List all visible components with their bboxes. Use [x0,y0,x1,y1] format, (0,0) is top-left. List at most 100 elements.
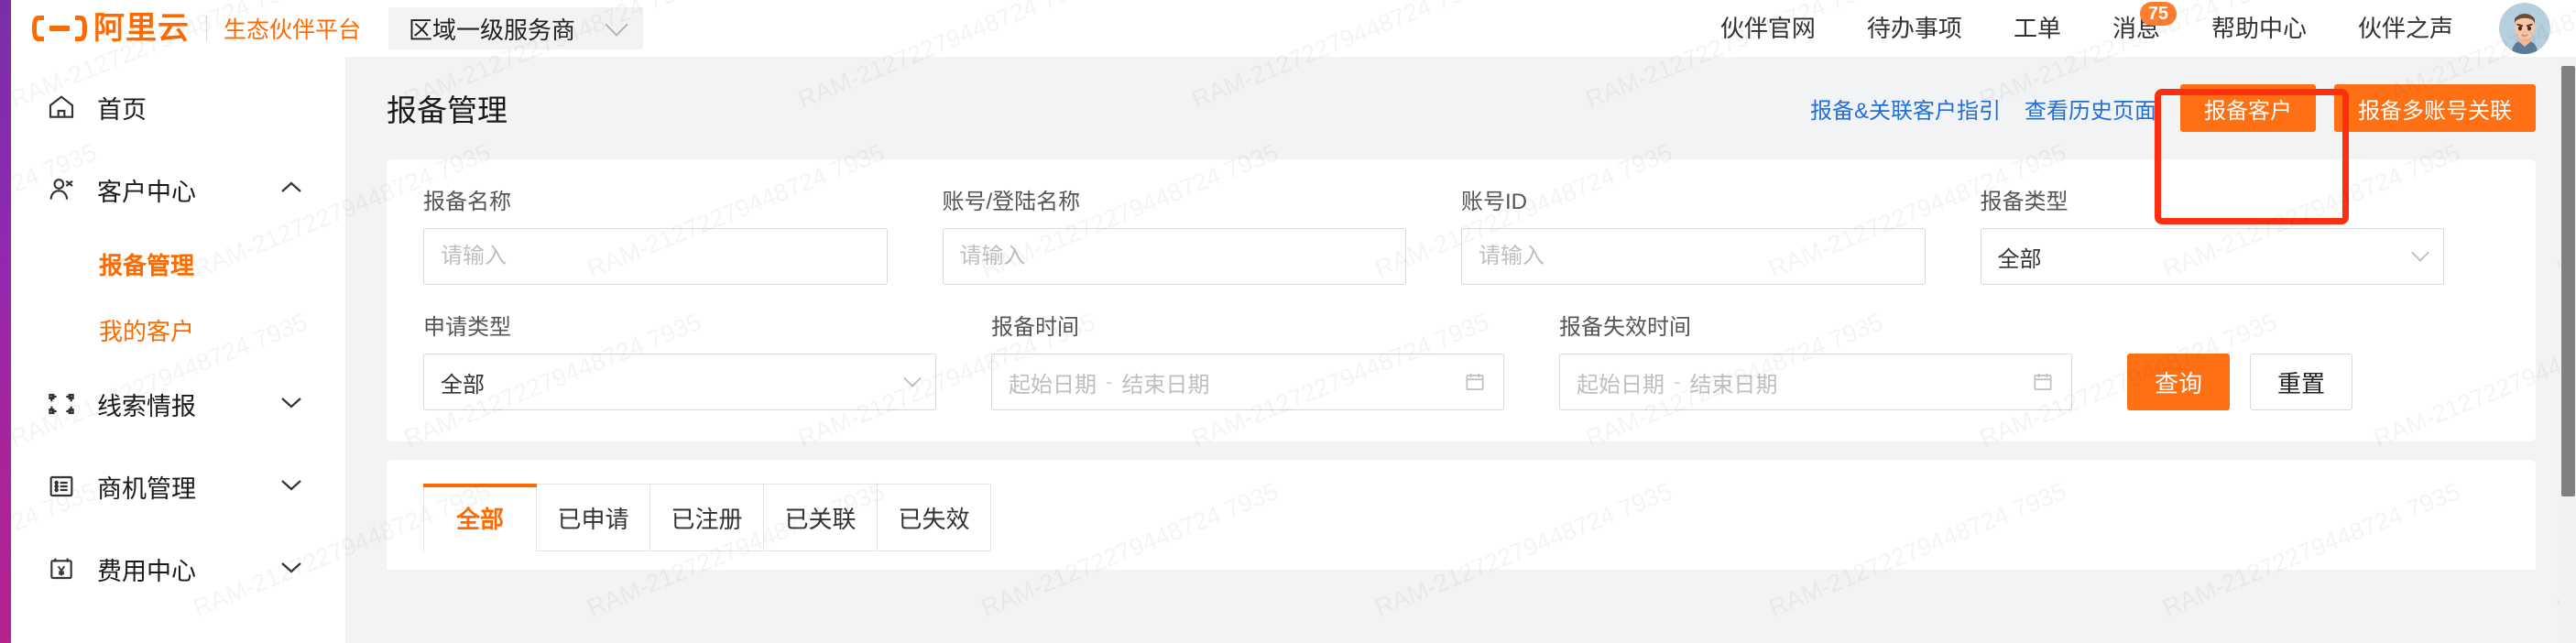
filter-field-report-expire-time: 报备失效时间 起始日期 - 结束日期 [1559,309,2072,410]
sidebar-item-label: 我的客户 [99,317,195,345]
vertical-scrollbar-thumb[interactable] [2561,66,2575,496]
brand-block: 阿里云 生态伙伴平台 [31,12,361,45]
report-type-select[interactable]: 全部 [1980,228,2444,285]
tab-expired[interactable]: 已失效 [878,484,991,551]
sidebar-item-label: 首页 [97,95,147,124]
status-tabs: 全部 已申请 已注册 已关联 已失效 [423,484,2499,551]
tab-all[interactable]: 全部 [423,484,537,551]
tab-label: 已申请 [557,505,629,533]
nav-label: 伙伴官网 [1719,15,1816,42]
chevron-down-icon [278,476,305,497]
nav-label: 工单 [2013,15,2061,42]
nav-label: 伙伴之声 [2357,15,2453,42]
messages-badge: 75 [2139,2,2177,26]
filter-field-account-login-name: 账号/登陆名称 [942,183,1406,285]
opportunity-icon [46,471,77,502]
nav-item-partner-voice[interactable]: 伙伴之声 [2332,0,2479,57]
filter-field-report-name: 报备名称 [423,183,888,285]
link-view-history-page[interactable]: 查看历史页面 [2025,93,2156,125]
filter-actions: 查询 重置 [2127,354,2352,410]
report-name-input[interactable] [423,228,888,285]
tab-registered[interactable]: 已注册 [650,484,764,551]
nav-item-messages[interactable]: 消息 75 [2087,0,2186,57]
left-accent-rail [0,0,11,643]
role-selector[interactable]: 区域一级服务商 [388,7,644,49]
account-login-name-input[interactable] [942,228,1406,285]
filter-label: 报备名称 [423,190,511,214]
sidebar-item-label: 客户中心 [97,178,196,206]
account-id-input[interactable] [1461,228,1926,285]
sidebar-item-my-customers[interactable]: 我的客户 [11,297,345,363]
filter-field-report-time: 报备时间 起始日期 - 结束日期 [991,309,1504,410]
home-icon [46,92,77,123]
sidebar-item-fee-center[interactable]: 费用中心 [11,528,345,610]
range-separator: - [1674,370,1681,393]
sidebar-item-lead-intelligence[interactable]: 线索情报 [11,363,345,445]
report-multi-account-button[interactable]: 报备多账号关联 [2334,84,2536,132]
customer-icon [46,174,77,205]
range-start-placeholder: 起始日期 [1577,372,1665,398]
tab-label: 全部 [455,505,504,533]
chevron-down-icon [903,369,922,387]
filter-row-1: 报备名称 账号/登陆名称 账号ID 报备类型 全部 [423,183,2499,285]
lead-icon [46,388,77,420]
tab-associated[interactable]: 已关联 [764,484,878,551]
avatar[interactable] [2499,3,2550,54]
sidebar-item-label: 线索情报 [97,392,196,420]
apply-type-value: 全部 [441,372,485,398]
nav-item-ticket[interactable]: 工单 [1988,0,2087,57]
filter-row-2: 申请类型 全部 报备时间 起始日期 - 结束日期 报备失效时间 起始日期 - 结… [423,309,2499,410]
sidebar-item-label: 报备管理 [99,251,195,279]
sidebar-item-label: 费用中心 [97,557,196,585]
sidebar-item-report-management[interactable]: 报备管理 [11,231,345,297]
role-selector-value: 区域一级服务商 [409,16,576,44]
filter-card: 报备名称 账号/登陆名称 账号ID 报备类型 全部 申请类型 [387,159,2536,441]
nav-item-todo[interactable]: 待办事项 [1841,0,1988,57]
range-separator: - [1106,370,1113,393]
tab-applied[interactable]: 已申请 [537,484,650,551]
range-end-placeholder: 结束日期 [1689,372,1778,398]
alibaba-cloud-logo-link[interactable]: 阿里云 [31,13,190,44]
filter-field-apply-type: 申请类型 全部 [423,309,936,410]
alibaba-cloud-logo-icon [31,13,88,44]
brand-subtitle: 生态伙伴平台 [224,17,362,43]
filter-label: 账号/登陆名称 [942,190,1081,214]
report-type-value: 全部 [1997,246,2042,272]
sidebar: 首页 客户中心 报备管理 我的客户 线索情报 商机管理 费用中心 [11,57,346,643]
filter-label: 申请类型 [423,315,511,340]
filter-label: 报备时间 [991,315,1079,340]
sidebar-item-opportunity-management[interactable]: 商机管理 [11,445,345,528]
chevron-down-icon [278,394,305,415]
page-title: 报备管理 [387,93,508,127]
range-start-placeholder: 起始日期 [1009,372,1097,398]
brand-logo-text: 阿里云 [93,11,190,46]
range-end-placeholder: 结束日期 [1121,372,1210,398]
query-button[interactable]: 查询 [2127,354,2230,410]
brand-divider [206,16,207,41]
link-report-guide[interactable]: 报备&关联客户指引 [1810,93,2001,125]
reset-button[interactable]: 重置 [2250,354,2352,410]
tab-label: 已注册 [671,505,743,533]
sidebar-item-customer-center[interactable]: 客户中心 [11,148,345,231]
main-content: 报备管理 报备&关联客户指引 查看历史页面 报备客户 报备多账号关联 报备名称 … [346,57,2576,643]
tab-label: 已失效 [898,505,970,533]
nav-item-help-center[interactable]: 帮助中心 [2186,0,2332,57]
sidebar-item-label: 商机管理 [97,474,196,503]
report-customer-button[interactable]: 报备客户 [2180,84,2316,132]
report-time-range-picker[interactable]: 起始日期 - 结束日期 [991,354,1504,410]
fee-icon [46,553,77,584]
tab-label: 已关联 [784,505,857,533]
filter-label: 报备失效时间 [1559,315,1691,340]
chevron-up-icon [278,180,305,201]
page-header-actions: 报备&关联客户指引 查看历史页面 报备客户 报备多账号关联 [1810,84,2536,132]
calendar-icon [2031,370,2055,394]
report-expire-time-range-picker[interactable]: 起始日期 - 结束日期 [1559,354,2072,410]
filter-label: 账号ID [1461,190,1527,214]
filter-label: 报备类型 [1980,190,2068,214]
filter-field-report-type: 报备类型 全部 [1980,183,2444,285]
nav-label: 帮助中心 [2210,15,2307,42]
nav-item-partner-site[interactable]: 伙伴官网 [1695,0,1841,57]
calendar-icon [1463,370,1487,394]
apply-type-select[interactable]: 全部 [423,354,936,410]
sidebar-item-home[interactable]: 首页 [11,66,345,148]
